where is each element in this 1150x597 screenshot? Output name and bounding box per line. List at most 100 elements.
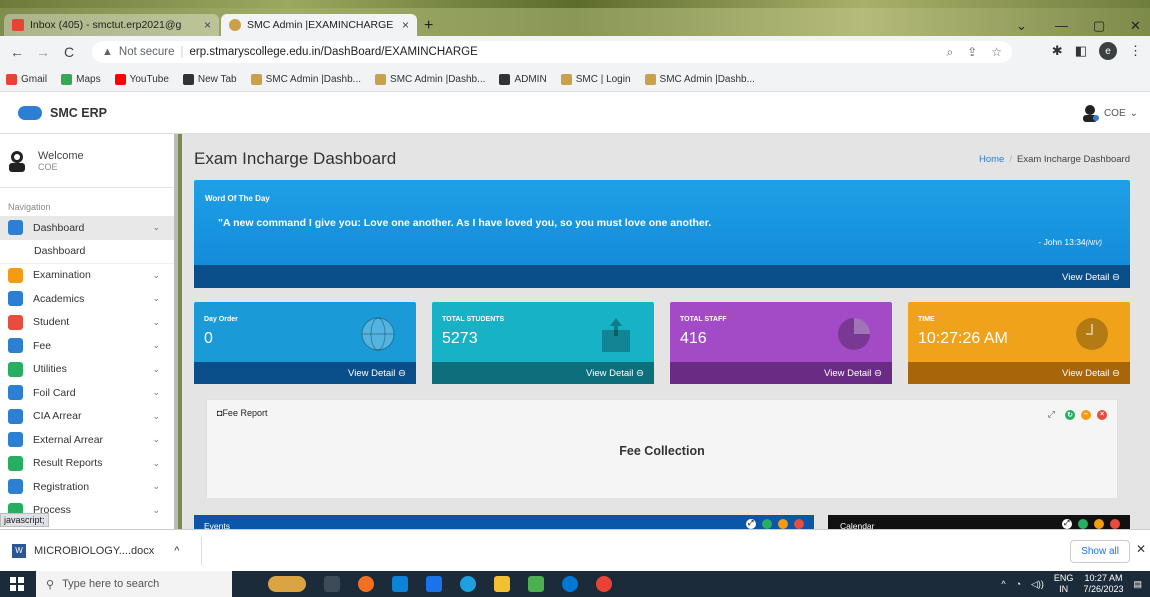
expand-icon[interactable]: ⤢ (1062, 519, 1072, 529)
card-view-detail[interactable]: View Detail ⊖ (432, 362, 654, 384)
sidebar-item-utilities[interactable]: Utilities ⌄ (0, 358, 174, 382)
nav-header: Navigation (8, 202, 51, 212)
forward-button[interactable]: → (34, 44, 52, 60)
wotd-reference: - John 13:34(NIV) (1038, 237, 1102, 247)
fee-report-panel: ◘Fee Report ⤢ ↻ – × Fee Collection (206, 399, 1118, 499)
sidepanel-icon[interactable]: ◧ (1075, 43, 1087, 59)
sidebar-item-foil-card[interactable]: Foil Card ⌄ (0, 381, 174, 405)
sidebar-item-result-reports[interactable]: Result Reports ⌄ (0, 452, 174, 476)
expand-icon[interactable]: ⤢ (1048, 409, 1055, 420)
chevron-down-icon: ⌄ (152, 481, 160, 492)
card-view-detail[interactable]: View Detail ⊖ (194, 362, 416, 384)
close-shelf-icon[interactable]: ✕ (1136, 542, 1146, 556)
sidebar-item-label: Foil Card (33, 386, 76, 399)
sidebar-item-cia-arrear[interactable]: CIA Arrear ⌄ (0, 405, 174, 429)
minimize-icon[interactable]: – (1081, 409, 1091, 420)
close-icon[interactable] (1110, 519, 1120, 529)
sidebar-item-fee[interactable]: Fee ⌄ (0, 334, 174, 358)
card-view-detail[interactable]: View Detail ⊖ (908, 362, 1130, 384)
card-view-detail[interactable]: View Detail ⊖ (670, 362, 892, 384)
close-icon[interactable]: × (204, 18, 211, 32)
widgets-icon[interactable] (268, 576, 306, 592)
heartbeat-icon (8, 220, 23, 236)
back-button[interactable]: ← (8, 44, 26, 60)
notifications-icon[interactable]: ▤ (1133, 579, 1142, 590)
reload-button[interactable]: C (60, 44, 78, 60)
refresh-icon[interactable]: ↻ (1065, 409, 1075, 420)
edge-icon[interactable] (460, 576, 476, 592)
sidebar-item-label: Utilities (33, 363, 67, 376)
bookmark-item[interactable]: SMC Admin |Dashb... (644, 74, 755, 85)
maximize-button[interactable]: ▢ (1093, 18, 1105, 34)
language-indicator[interactable]: ENG IN (1054, 573, 1074, 595)
calculator-icon[interactable] (392, 576, 408, 592)
close-window-button[interactable]: ✕ (1130, 18, 1141, 34)
sidebar-item-label: Dashboard (33, 221, 85, 234)
bookmark-item[interactable]: SMC Admin |Dashb... (250, 74, 361, 85)
chevron-up-icon[interactable]: ^ (174, 545, 179, 557)
clock[interactable]: 10:27 AM 7/26/2023 (1083, 573, 1123, 595)
bookmark-item[interactable]: SMC Admin |Dashb... (375, 74, 485, 85)
bookmark-item[interactable]: New Tab (182, 74, 237, 85)
wotd-view-detail[interactable]: View Detail ⊖ (194, 265, 1130, 288)
sidebar-item-registration[interactable]: Registration ⌄ (0, 475, 174, 499)
store-icon[interactable] (528, 576, 544, 592)
bookmark-label: YouTube (129, 74, 169, 85)
extensions-icon[interactable]: ✱ (1052, 43, 1063, 59)
events-panel-header: Events ⤢ (194, 515, 814, 529)
profile-avatar[interactable]: e (1099, 42, 1117, 60)
expand-icon[interactable]: ⤢ (746, 519, 756, 529)
windows-start-icon[interactable] (10, 577, 24, 591)
user-menu[interactable]: COE ⌄ (1080, 104, 1138, 122)
bookmark-item[interactable]: Gmail (6, 74, 47, 85)
card-label: Day Order (204, 316, 238, 323)
bookmark-favicon-icon (61, 74, 73, 85)
zoom-icon[interactable]: ⌕ (946, 45, 953, 60)
chrome-icon[interactable] (596, 576, 612, 592)
bookmark-star-icon[interactable]: ☆ (991, 45, 1002, 60)
breadcrumb-home[interactable]: Home (979, 154, 1004, 165)
skype-icon[interactable] (562, 576, 578, 592)
card-label: TOTAL STUDENTS (442, 316, 505, 323)
bookmark-favicon-icon (250, 74, 262, 85)
sidebar-item-academics[interactable]: Academics ⌄ (0, 287, 174, 311)
users-icon (8, 314, 23, 330)
sidebar-item-student[interactable]: Student ⌄ (0, 311, 174, 335)
mail-icon[interactable] (426, 576, 442, 592)
close-icon[interactable]: × (402, 18, 409, 32)
minimize-button[interactable]: — (1055, 18, 1068, 33)
brand-logo[interactable]: SMC ERP (18, 105, 107, 120)
tab-gmail[interactable]: Inbox (405) - smctut.erp2021@g × (4, 14, 219, 36)
task-view-icon[interactable] (324, 576, 340, 592)
bookmark-item[interactable]: YouTube (114, 74, 169, 85)
close-icon[interactable]: × (1097, 409, 1107, 420)
address-bar[interactable]: ▲ Not secure | erp.stmaryscollege.edu.in… (92, 41, 1012, 63)
sidebar-item-external-arrear[interactable]: External Arrear ⌄ (0, 428, 174, 452)
target-icon (8, 291, 23, 307)
share-icon[interactable]: ⇪ (967, 45, 977, 60)
menu-icon[interactable]: ⋮ (1129, 43, 1142, 59)
show-all-button[interactable]: Show all (1070, 540, 1130, 563)
file-explorer-icon[interactable] (494, 576, 510, 592)
sidebar-item-examination[interactable]: Examination ⌄ (0, 264, 174, 288)
refresh-icon[interactable] (1078, 519, 1088, 529)
network-icon[interactable]: ◔ (1016, 579, 1021, 589)
chevron-up-icon[interactable]: ^ (1001, 579, 1005, 589)
bookmark-item[interactable]: SMC | Login (560, 74, 631, 85)
bookmark-favicon-icon (560, 74, 572, 85)
refresh-icon[interactable] (762, 519, 772, 529)
taskbar-search[interactable]: ⚲ Type here to search (36, 571, 232, 597)
volume-icon[interactable]: ◁)) (1031, 579, 1044, 590)
sidebar-subitem-dashboard[interactable]: Dashboard (0, 240, 174, 264)
tab-search-icon[interactable]: ⌄ (1016, 18, 1027, 34)
minimize-icon[interactable] (1094, 519, 1104, 529)
sidebar-item-dashboard[interactable]: Dashboard ⌄ (0, 216, 174, 240)
bookmark-item[interactable]: ADMIN (499, 74, 547, 85)
close-icon[interactable] (794, 519, 804, 529)
new-tab-button[interactable]: + (424, 17, 433, 35)
tab-smc-admin[interactable]: SMC Admin |EXAMINCHARGE × (221, 14, 417, 36)
app-icon[interactable] (358, 576, 374, 592)
minimize-icon[interactable] (778, 519, 788, 529)
download-item[interactable]: W MICROBIOLOGY....docx ^ (12, 536, 202, 565)
bookmark-item[interactable]: Maps (61, 74, 101, 85)
